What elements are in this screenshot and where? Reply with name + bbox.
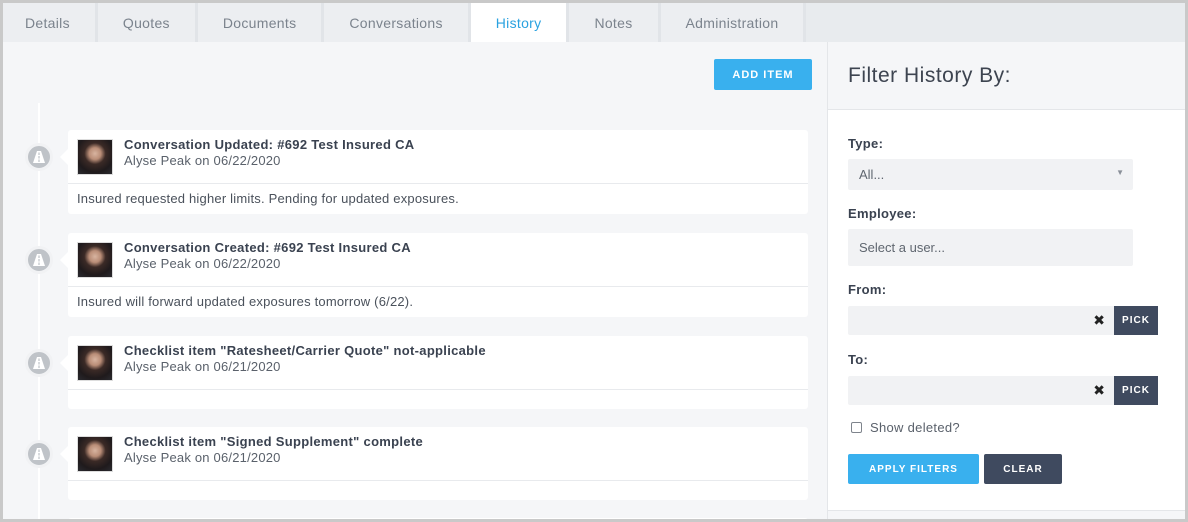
show-deleted-row: Show deleted? xyxy=(851,420,960,435)
entry-author: Alyse Peak xyxy=(124,153,192,168)
avatar xyxy=(77,345,113,381)
close-icon[interactable]: ✖ xyxy=(1093,382,1105,399)
history-card: Checklist item "Ratesheet/Carrier Quote"… xyxy=(60,336,808,409)
show-deleted-label: Show deleted? xyxy=(870,420,960,435)
type-label: Type: xyxy=(848,136,884,151)
add-item-button[interactable]: ADD ITEM xyxy=(714,59,812,90)
type-select-value: All... xyxy=(859,167,885,182)
entry-body xyxy=(68,481,808,500)
entry-meta: Alyse Peak on 06/22/2020 xyxy=(124,256,281,271)
employee-label: Employee: xyxy=(848,206,917,221)
history-card: Conversation Created: #692 Test Insured … xyxy=(60,233,808,317)
entry-author: Alyse Peak xyxy=(124,256,192,271)
entry-meta: Alyse Peak on 06/22/2020 xyxy=(124,153,281,168)
entry-title: Conversation Created: #692 Test Insured … xyxy=(124,240,411,255)
tab-documents[interactable]: Documents xyxy=(197,3,325,42)
entry-date: 06/22/2020 xyxy=(213,153,281,168)
entry-on: on xyxy=(194,153,210,168)
card-header: Checklist item "Ratesheet/Carrier Quote"… xyxy=(68,336,808,390)
avatar xyxy=(77,242,113,278)
entry-on: on xyxy=(194,359,210,374)
history-card-partial xyxy=(68,518,808,519)
history-card: Checklist item "Signed Supplement" compl… xyxy=(60,427,808,500)
employee-select-placeholder: Select a user... xyxy=(859,240,945,255)
entry-author: Alyse Peak xyxy=(124,359,192,374)
road-icon xyxy=(25,246,53,274)
entry-date: 06/21/2020 xyxy=(213,359,281,374)
tab-conversations[interactable]: Conversations xyxy=(324,3,471,42)
entry-on: on xyxy=(194,256,210,271)
app-frame: Details Quotes Documents Conversations H… xyxy=(0,0,1188,522)
clear-button[interactable]: CLEAR xyxy=(984,454,1062,484)
from-label: From: xyxy=(848,282,887,297)
entry-author: Alyse Peak xyxy=(124,450,192,465)
history-card: Conversation Updated: #692 Test Insured … xyxy=(60,130,808,214)
from-pick-button[interactable]: PICK xyxy=(1114,306,1158,335)
road-icon xyxy=(25,143,53,171)
tab-administration[interactable]: Administration xyxy=(660,3,807,42)
history-main: ADD ITEM Conversation Updated: #692 Test… xyxy=(3,42,827,519)
type-select[interactable]: All... ▼ xyxy=(848,159,1133,190)
sidebar-footer xyxy=(828,510,1185,519)
tab-details[interactable]: Details xyxy=(3,3,98,42)
apply-filters-button[interactable]: APPLY FILTERS xyxy=(848,454,979,484)
to-pick-button[interactable]: PICK xyxy=(1114,376,1158,405)
card-header: Checklist item "Signed Supplement" compl… xyxy=(68,427,808,481)
filter-heading: Filter History By: xyxy=(828,42,1185,110)
card-header: Conversation Created: #692 Test Insured … xyxy=(68,233,808,287)
from-date-input[interactable]: ✖ xyxy=(848,306,1114,335)
filter-sidebar: Filter History By: Type: All... ▼ Employ… xyxy=(827,42,1185,519)
card-header: Conversation Updated: #692 Test Insured … xyxy=(68,130,808,184)
avatar xyxy=(77,139,113,175)
show-deleted-checkbox[interactable] xyxy=(851,422,862,433)
tab-history[interactable]: History xyxy=(470,3,570,42)
road-icon xyxy=(25,349,53,377)
close-icon[interactable]: ✖ xyxy=(1093,312,1105,329)
entry-body: Insured requested higher limits. Pending… xyxy=(77,191,459,206)
tab-quotes[interactable]: Quotes xyxy=(97,3,198,42)
caret-down-icon: ▼ xyxy=(1116,168,1124,177)
tab-notes[interactable]: Notes xyxy=(569,3,661,42)
avatar xyxy=(77,436,113,472)
entry-title: Checklist item "Signed Supplement" compl… xyxy=(124,434,424,449)
road-icon xyxy=(25,440,53,468)
entry-title: Checklist item "Ratesheet/Carrier Quote"… xyxy=(124,343,486,358)
entry-meta: Alyse Peak on 06/21/2020 xyxy=(124,450,281,465)
entry-body: Insured will forward updated exposures t… xyxy=(77,294,414,309)
tab-bar: Details Quotes Documents Conversations H… xyxy=(3,3,1185,42)
employee-select[interactable]: Select a user... xyxy=(848,229,1133,266)
to-label: To: xyxy=(848,352,869,367)
to-date-input[interactable]: ✖ xyxy=(848,376,1114,405)
entry-date: 06/21/2020 xyxy=(213,450,281,465)
entry-date: 06/22/2020 xyxy=(213,256,281,271)
entry-meta: Alyse Peak on 06/21/2020 xyxy=(124,359,281,374)
entry-body xyxy=(68,390,808,409)
entry-title: Conversation Updated: #692 Test Insured … xyxy=(124,137,415,152)
entry-on: on xyxy=(194,450,210,465)
